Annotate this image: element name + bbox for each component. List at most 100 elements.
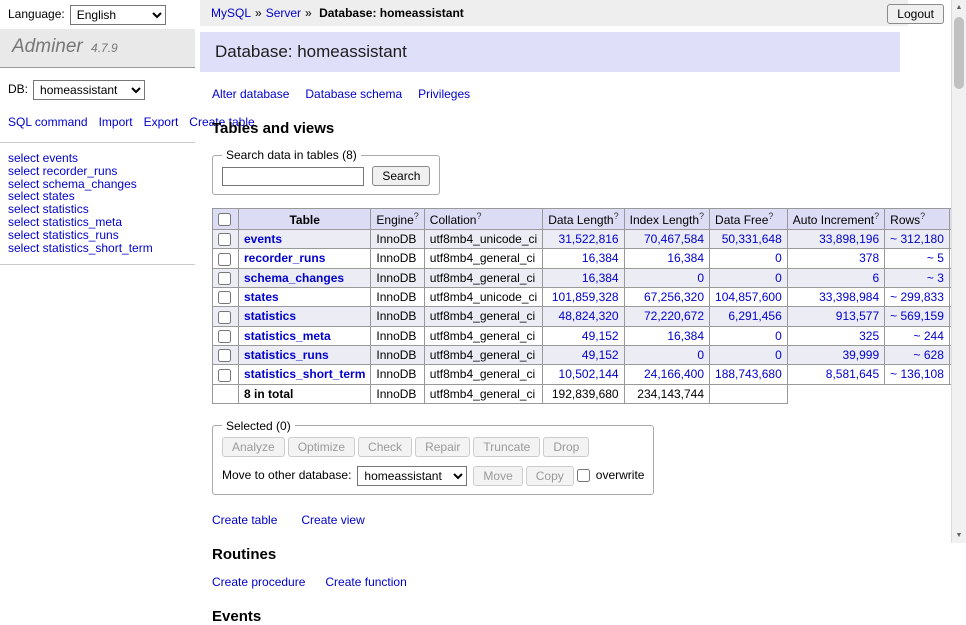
vertical-scrollbar[interactable]: ▲ ▼ [951,0,966,543]
doc-link[interactable]: ? [920,211,925,221]
index-length-link[interactable]: 16,384 [667,251,704,265]
table-name-link[interactable]: recorder_runs [244,251,325,265]
table-name-link[interactable]: statistics_runs [244,348,329,362]
row-checkbox[interactable] [218,311,231,324]
sidebar-table-link[interactable]: select statistics_meta [8,216,187,229]
auto-increment-link[interactable]: 33,898,196 [819,232,879,246]
db-action-link[interactable]: Alter database [212,87,289,101]
footer-ghost-cell [885,384,950,403]
scrollbar-thumb[interactable] [954,17,964,89]
data-length-link[interactable]: 10,502,144 [559,367,619,381]
index-length-link[interactable]: 16,384 [667,329,704,343]
select-all-checkbox[interactable] [218,213,231,226]
routine-link[interactable]: Create procedure [212,575,305,589]
search-button[interactable]: Search [372,166,430,186]
create-link[interactable]: Create view [301,513,364,527]
data-free-link[interactable]: 104,857,600 [715,290,782,304]
search-input[interactable] [222,167,364,186]
breadcrumb-link[interactable]: Server [266,6,301,20]
row-checkbox[interactable] [218,291,231,304]
row-checkbox[interactable] [218,233,231,246]
sidebar-menu: SQL commandImportExportCreate table [0,108,195,143]
table-name-link[interactable]: states [244,290,279,304]
rows-count-link[interactable]: ~ 5 [927,251,944,265]
rows-count-link[interactable]: ~ 312,180 [890,232,944,246]
doc-link[interactable]: ? [614,211,619,221]
table-name-link[interactable]: statistics_meta [244,329,331,343]
row-checkbox[interactable] [218,330,231,343]
row-checkbox-cell [213,365,239,384]
sidebar-table-link[interactable]: select statistics_short_term [8,242,187,255]
auto-increment-link[interactable]: 33,398,984 [819,290,879,304]
rows-count-link[interactable]: ~ 569,159 [890,309,944,323]
data-length-link[interactable]: 49,152 [582,348,619,362]
overwrite-label[interactable]: overwrite [596,468,645,482]
doc-link[interactable]: ? [874,211,879,221]
auto-increment-link[interactable]: 6 [872,271,879,285]
data-length-link[interactable]: 16,384 [582,251,619,265]
table-name-link[interactable]: statistics_short_term [244,367,365,381]
doc-link[interactable]: ? [768,211,773,221]
auto-increment-link[interactable]: 8,581,645 [826,367,879,381]
rows-count-link[interactable]: ~ 136,108 [890,367,944,381]
db-action-link[interactable]: Privileges [418,87,470,101]
operation-button: Check [358,437,412,457]
auto-increment-link[interactable]: 913,577 [836,309,879,323]
db-select[interactable]: homeassistant [33,80,145,100]
scroll-down-icon[interactable]: ▼ [952,528,966,543]
index-length-link[interactable]: 0 [697,271,704,285]
row-checkbox[interactable] [218,349,231,362]
data-free-link[interactable]: 188,743,680 [715,367,782,381]
data-length-link[interactable]: 16,384 [582,271,619,285]
auto-increment-link[interactable]: 378 [859,251,879,265]
doc-link[interactable]: ? [476,211,481,221]
index-length-link[interactable]: 0 [697,348,704,362]
sidebar-table-link[interactable]: select events [8,152,187,165]
create-link[interactable]: Create table [212,513,277,527]
data-free-link[interactable]: 0 [775,348,782,362]
scroll-up-icon[interactable]: ▲ [952,0,966,15]
overwrite-checkbox[interactable] [577,469,590,482]
data-length-link[interactable]: 31,522,816 [559,232,619,246]
row-checkbox[interactable] [218,253,231,266]
rows-count-link[interactable]: ~ 244 [914,329,944,343]
move-db-select[interactable]: homeassistant [357,466,467,486]
data-free-link[interactable]: 6,291,456 [728,309,781,323]
doc-link[interactable]: ? [414,211,419,221]
logout-button[interactable]: Logout [887,4,944,24]
data-length-link[interactable]: 48,824,320 [559,309,619,323]
table-name-link[interactable]: events [244,232,282,246]
engine-cell: InnoDB [371,365,424,384]
rows-count-link[interactable]: ~ 628 [914,348,944,362]
data-free-link[interactable]: 0 [775,251,782,265]
table-name-link[interactable]: statistics [244,309,296,323]
row-checkbox[interactable] [218,369,231,382]
auto-increment-link[interactable]: 39,999 [842,348,879,362]
data-length-link[interactable]: 49,152 [582,329,619,343]
auto-increment-link[interactable]: 325 [859,329,879,343]
db-action-link[interactable]: Database schema [305,87,402,101]
engine-cell: InnoDB [371,268,424,287]
data-free-link[interactable]: 50,331,648 [722,232,782,246]
sidebar: Adminer 4.7.9 DB:homeassistant SQL comma… [0,29,195,543]
rows-count-link[interactable]: ~ 3 [927,271,944,285]
data-free-link[interactable]: 0 [775,271,782,285]
index-length-link[interactable]: 67,256,320 [644,290,704,304]
index-length-link[interactable]: 72,220,672 [644,309,704,323]
row-checkbox[interactable] [218,272,231,285]
sidebar-table-link[interactable]: select recorder_runs [8,165,187,178]
data-free-link[interactable]: 0 [775,329,782,343]
index-length-link[interactable]: 70,467,584 [644,232,704,246]
table-name-link[interactable]: schema_changes [244,271,344,285]
data-length-link[interactable]: 101,859,328 [552,290,619,304]
language-select[interactable]: English [70,5,166,25]
sidebar-menu-link[interactable]: Export [144,115,179,129]
doc-link[interactable]: ? [699,211,704,221]
rows-count-link[interactable]: ~ 299,833 [890,290,944,304]
sidebar-menu-link[interactable]: SQL command [8,115,88,129]
sidebar-table-link[interactable]: select statistics_runs [8,229,187,242]
breadcrumb-link[interactable]: MySQL [211,6,251,20]
sidebar-menu-link[interactable]: Import [99,115,133,129]
routine-link[interactable]: Create function [325,575,406,589]
index-length-link[interactable]: 24,166,400 [644,367,704,381]
